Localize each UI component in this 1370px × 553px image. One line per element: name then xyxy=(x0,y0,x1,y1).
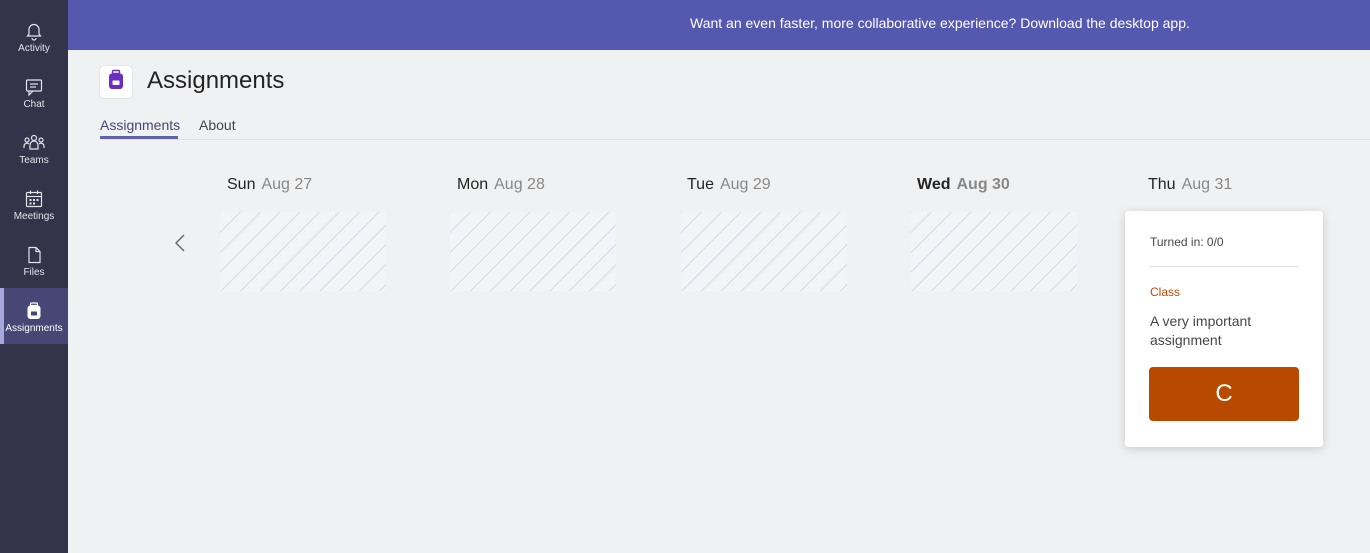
assignment-card[interactable]: Turned in: 0/0 Class A very important as… xyxy=(1125,211,1323,447)
file-icon xyxy=(23,244,45,266)
assignment-title: A very important assignment xyxy=(1150,313,1252,348)
day-of-week: Tue xyxy=(687,176,714,193)
day-date: Aug 29 xyxy=(719,176,771,193)
download-banner[interactable]: Want an even faster, more collaborative … xyxy=(68,0,1370,50)
day-of-week: Mon xyxy=(457,176,489,193)
rail-item-teams[interactable]: Teams xyxy=(0,120,68,176)
day-of-week: Thu xyxy=(1148,176,1176,193)
rail-label: Meetings xyxy=(13,211,55,222)
day-date: Aug 30 xyxy=(956,176,1010,193)
day-of-week: Wed xyxy=(917,176,951,193)
day-slot-wed[interactable] xyxy=(911,212,1077,291)
rail-item-chat[interactable]: Chat xyxy=(0,64,68,120)
tab-assignments[interactable]: Assignments xyxy=(100,117,180,133)
turned-in-count: Turned in: 0/0 xyxy=(1150,235,1224,249)
day-header-mon: Mon Aug 28 xyxy=(457,176,545,194)
page-title: Assignments xyxy=(147,67,285,94)
day-header-thu: Thu Aug 31 xyxy=(1148,176,1232,194)
day-header-wed: Wed Aug 30 xyxy=(917,176,1010,194)
day-date: Aug 27 xyxy=(261,176,313,193)
teams-icon xyxy=(23,132,45,154)
day-slot-sun[interactable] xyxy=(220,212,386,291)
backpack-icon xyxy=(23,300,45,322)
app-rail: Activity Chat Teams Meetings Files Assig… xyxy=(0,0,68,553)
day-date: Aug 28 xyxy=(494,176,545,193)
rail-label: Chat xyxy=(23,99,45,110)
rail-label: Files xyxy=(23,267,45,278)
backpack-icon xyxy=(106,69,126,96)
calendar-icon xyxy=(23,188,45,210)
class-initial: C xyxy=(1215,380,1233,407)
day-date: Aug 31 xyxy=(1181,176,1233,193)
previous-week-button[interactable] xyxy=(170,232,190,254)
rail-item-files[interactable]: Files xyxy=(0,232,68,288)
rail-label: Assignments xyxy=(5,323,63,334)
rail-label: Activity xyxy=(18,43,50,54)
card-divider xyxy=(1149,266,1299,267)
class-avatar-button[interactable]: C xyxy=(1149,367,1299,421)
rail-item-assignments[interactable]: Assignments xyxy=(0,288,68,344)
app-logo xyxy=(100,66,132,98)
bell-icon xyxy=(23,20,45,42)
tab-about[interactable]: About xyxy=(199,117,236,133)
day-header-tue: Tue Aug 29 xyxy=(687,176,771,194)
class-name: Class xyxy=(1150,285,1181,299)
banner-text[interactable]: Want an even faster, more collaborative … xyxy=(690,15,1190,31)
rail-label: Teams xyxy=(19,155,49,166)
day-of-week: Sun xyxy=(227,176,256,193)
day-header-sun: Sun Aug 27 xyxy=(227,176,312,194)
chevron-left-icon xyxy=(170,234,190,258)
chat-icon xyxy=(23,76,45,98)
tab-divider xyxy=(100,139,1370,140)
day-slot-tue[interactable] xyxy=(681,212,847,291)
rail-item-activity[interactable]: Activity xyxy=(0,8,68,64)
rail-item-meetings[interactable]: Meetings xyxy=(0,176,68,232)
day-slot-mon[interactable] xyxy=(450,212,616,291)
